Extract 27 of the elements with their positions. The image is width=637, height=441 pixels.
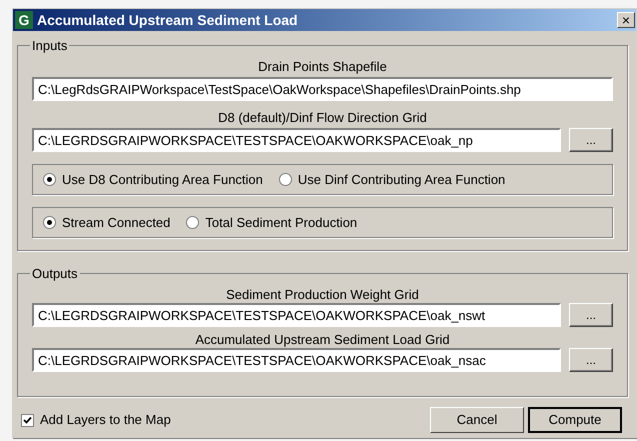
path-field[interactable]: C:\LEGRDSGRAIPWORKSPACE\TESTSPACE\OAKWORKSPACE\oak_nswt [32, 303, 561, 327]
radio-button[interactable] [278, 173, 292, 186]
radio-label: Total Sediment Production [205, 214, 358, 232]
field-label: D8 (default)/Dinf Flow Direction Grid [217, 109, 428, 126]
radio-label: Use D8 Contributing Area Function [62, 170, 263, 189]
radio-label: Stream Connected [62, 214, 170, 232]
app-logo-icon: G [15, 11, 33, 29]
radio-button[interactable] [43, 173, 56, 186]
radio-label: Use Dinf Contributing Area Function [298, 170, 506, 189]
radio-button[interactable] [186, 216, 200, 229]
window-title: Accumulated Upstream Sediment Load [37, 10, 298, 30]
browse-button[interactable]: ... [569, 348, 613, 372]
checkbox[interactable] [21, 414, 34, 426]
path-field[interactable]: C:\LEGRDSGRAIPWORKSPACE\TESTSPACE\OAKWORKSPACE\oak_np [32, 128, 561, 152]
browse-button[interactable]: ... [569, 303, 613, 327]
close-button[interactable]: × [617, 12, 635, 28]
dialog-button[interactable]: Cancel [430, 407, 524, 433]
checkbox-label: Add Layers to the Map [40, 411, 171, 430]
field-label: Drain Points Shapefile [257, 58, 388, 75]
path-field[interactable]: C:\LEGRDSGRAIPWORKSPACE\TESTSPACE\OAKWORKSPACE\oak_nsac [32, 348, 561, 372]
field-label: Accumulated Upstream Sediment Load Grid [194, 331, 451, 348]
path-field[interactable]: C:\LegRdsGRAIPWorkspace\TestSpace\OakWorkspace\Shapefiles\DrainPoints.shp [32, 77, 613, 101]
check-icon [23, 416, 32, 424]
field-label: Sediment Production Weight Grid [225, 286, 420, 303]
radio-button[interactable] [43, 216, 56, 229]
browse-button[interactable]: ... [569, 128, 613, 152]
dialog-button[interactable]: Compute [528, 407, 622, 433]
